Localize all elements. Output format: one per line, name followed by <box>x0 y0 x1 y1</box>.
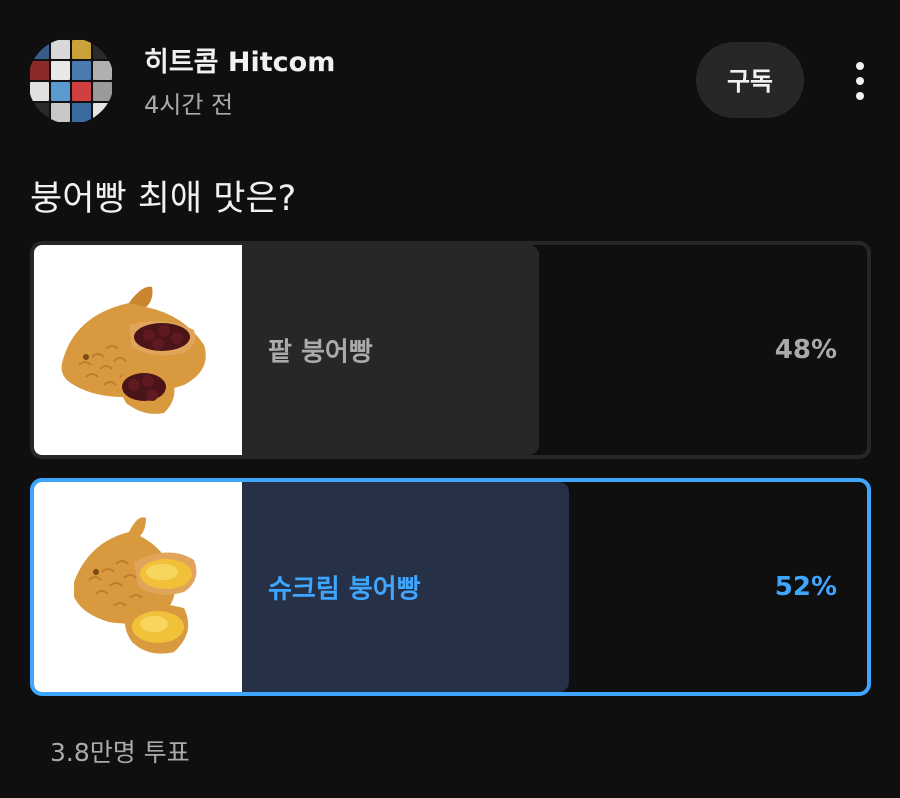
dot <box>856 77 864 85</box>
dot <box>856 92 864 100</box>
option-label: 슈크림 붕어빵 <box>268 574 421 605</box>
option-label: 팥 붕어빵 <box>268 337 373 368</box>
option-percent: 48% <box>774 335 837 365</box>
avatar-image <box>28 38 114 124</box>
channel-name[interactable]: 히트콤 Hitcom <box>144 40 335 79</box>
poll-question: 붕어빵 최애 맛은? <box>30 179 297 219</box>
custard-cream-bungeoppang-image <box>34 482 242 692</box>
red-bean-bungeoppang-image <box>34 245 242 455</box>
subscribe-button[interactable]: 구독 <box>696 42 804 118</box>
post-timestamp: 4시간 전 <box>144 91 234 119</box>
more-options-icon[interactable] <box>840 56 880 106</box>
dot <box>856 62 864 70</box>
channel-avatar[interactable] <box>28 38 114 124</box>
vote-count: 3.8만명 투표 <box>50 738 190 767</box>
poll-option-custard-cream[interactable]: 슈크림 붕어빵 52% <box>30 478 871 696</box>
poll-option-red-bean[interactable]: 팥 붕어빵 48% <box>30 241 871 459</box>
option-percent: 52% <box>774 572 837 602</box>
post-header: 히트콤 Hitcom 4시간 전 구독 <box>0 0 900 150</box>
